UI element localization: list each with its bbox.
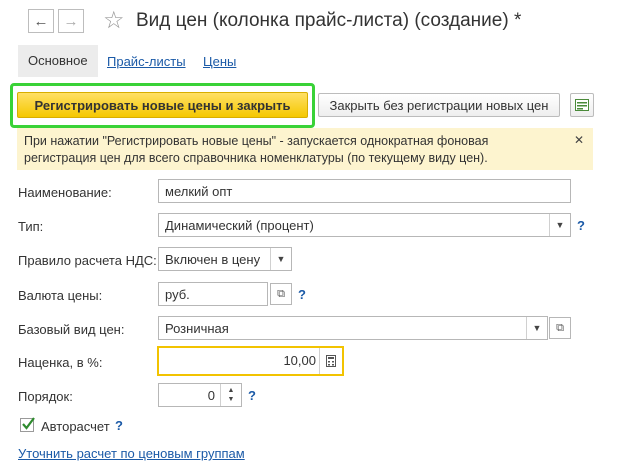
open-currency-button[interactable]: ⧉ (270, 283, 292, 305)
order-input[interactable]: 0 ▲ ▼ (158, 383, 242, 407)
vat-value: Включен в цену (165, 251, 261, 267)
order-label: Порядок: (18, 389, 73, 404)
refine-by-price-groups-link[interactable]: Уточнить расчет по ценовым группам (18, 446, 245, 461)
base-price-label: Базовый вид цен: (18, 322, 125, 337)
open-window-icon: ⧉ (277, 287, 285, 300)
currency-help-icon[interactable]: ? (298, 287, 306, 302)
base-price-value: Розничная (165, 320, 229, 336)
favorite-star-icon[interactable]: ☆ (103, 6, 125, 35)
spin-down-icon[interactable]: ▼ (228, 395, 235, 404)
base-price-select[interactable]: Розничная ▼ (158, 316, 548, 340)
info-text-line1: При нажатии "Регистрировать новые цены" … (24, 134, 489, 148)
chevron-down-icon[interactable]: ▼ (526, 317, 547, 339)
chevron-down-icon[interactable]: ▼ (270, 248, 291, 270)
name-label: Наименование: (18, 185, 112, 200)
tab-main[interactable]: Основное (18, 45, 98, 77)
vat-label: Правило расчета НДС: (18, 253, 157, 268)
currency-value: руб. (165, 286, 190, 302)
calculator-icon (326, 355, 336, 367)
vat-select[interactable]: Включен в цену ▼ (158, 247, 292, 271)
name-value: мелкий опт (165, 183, 233, 199)
page-title: Вид цен (колонка прайс-листа) (создание)… (136, 10, 522, 31)
register-and-close-button[interactable]: Регистрировать новые цены и закрыть (17, 92, 308, 118)
open-window-icon: ⧉ (556, 321, 564, 334)
autocalc-checkbox[interactable] (20, 417, 35, 432)
currency-input[interactable]: руб. (158, 282, 268, 306)
open-base-price-button[interactable]: ⧉ (549, 317, 571, 339)
type-value: Динамический (процент) (165, 217, 314, 233)
markup-value: 10,00 (283, 353, 316, 368)
order-value: 0 (207, 388, 215, 403)
forward-button[interactable]: → (58, 9, 84, 33)
chevron-down-icon[interactable]: ▼ (549, 214, 570, 236)
name-input[interactable]: мелкий опт (158, 179, 571, 203)
autocalc-help-icon[interactable]: ? (115, 418, 123, 433)
spin-up-icon[interactable]: ▲ (228, 386, 235, 395)
info-text-line2: регистрация цен для всего справочника но… (24, 151, 488, 165)
type-select[interactable]: Динамический (процент) ▼ (158, 213, 571, 237)
order-spinner[interactable]: ▲ ▼ (220, 384, 241, 406)
markup-label: Наценка, в %: (18, 355, 103, 370)
checkmark-icon (22, 417, 35, 430)
close-icon[interactable]: ✕ (574, 132, 584, 149)
currency-label: Валюта цены: (18, 288, 103, 303)
back-button[interactable]: ← (28, 9, 54, 33)
info-panel: При нажатии "Регистрировать новые цены" … (17, 128, 593, 170)
order-help-icon[interactable]: ? (248, 388, 256, 403)
autocalc-label: Авторасчет (41, 419, 110, 434)
type-help-icon[interactable]: ? (577, 218, 585, 233)
back-arrow-icon: ← (33, 12, 49, 30)
forward-arrow-icon: → (63, 12, 79, 30)
tab-prices[interactable]: Цены (203, 54, 236, 69)
calculator-button[interactable] (319, 348, 342, 374)
list-settings-icon (575, 99, 589, 111)
tab-price-lists[interactable]: Прайс-листы (107, 54, 186, 69)
markup-input[interactable]: 10,00 (157, 346, 344, 376)
settings-button[interactable] (570, 93, 594, 117)
close-without-register-button[interactable]: Закрыть без регистрации новых цен (318, 93, 560, 117)
type-label: Тип: (18, 219, 44, 234)
